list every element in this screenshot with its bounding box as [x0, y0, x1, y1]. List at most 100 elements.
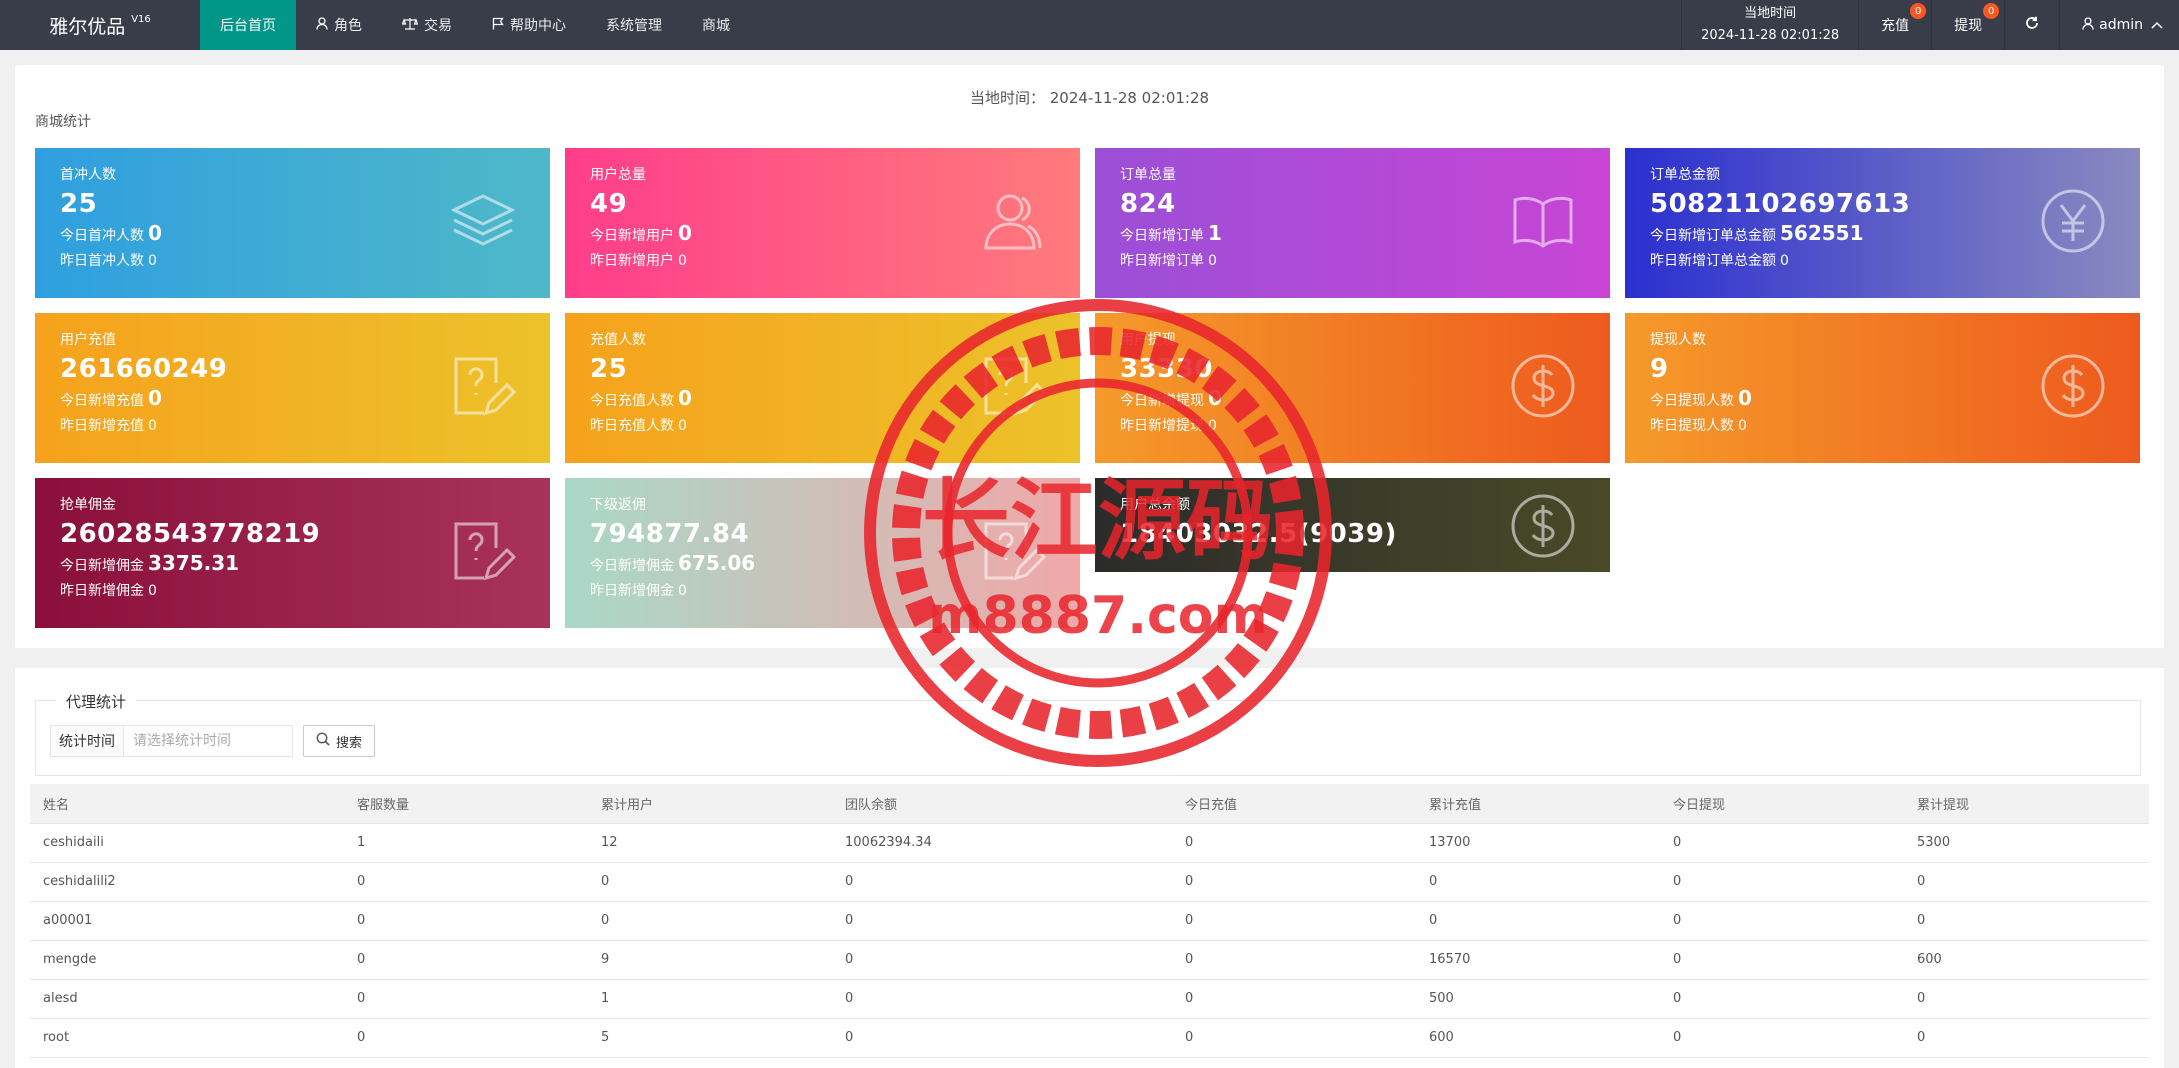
card-label: 首冲人数: [60, 167, 116, 183]
table-cell: 0: [1660, 823, 1904, 863]
col-header[interactable]: 累计用户: [588, 784, 832, 824]
card-today-value: 0: [1738, 386, 1752, 410]
table-cell: 0: [1660, 979, 1904, 1019]
dollar-icon: [1510, 353, 1576, 419]
table-cell: 1: [344, 823, 588, 863]
agent-table: 姓名 客服数量 累计用户 团队余额 今日充值 累计充值 今日提现 累计提现 ce…: [30, 784, 2149, 1058]
local-time: 当地时间： 2024-11-28 02:01:28: [15, 87, 2164, 108]
app-logo[interactable]: 雅尔优品 V16: [0, 0, 200, 50]
stat-card: 首冲人数 25 今日首冲人数 0 昨日首冲人数 0: [35, 148, 550, 298]
stat-time-input[interactable]: [123, 725, 293, 757]
nav-item-trade[interactable]: 交易: [382, 0, 472, 50]
book-icon: [1510, 188, 1576, 254]
nav-item-home[interactable]: 后台首页: [200, 0, 296, 50]
card-yest-value: 0: [148, 253, 157, 269]
stat-card: 提现人数 9 今日提现人数 0 昨日提现人数 0: [1625, 313, 2140, 463]
header-time-value: 2024-11-28 02:01:28: [1701, 28, 1840, 43]
top-bar: 雅尔优品 V16 后台首页 角色 交易 帮助中心 系统管理 商城 当地时间 20…: [0, 0, 2179, 50]
table-cell: 0: [832, 940, 1172, 980]
card-today-label: 今日充值人数: [590, 393, 674, 409]
user-icon: [316, 16, 328, 34]
user-menu[interactable]: admin: [2060, 0, 2179, 50]
table-row[interactable]: root 0 5 0 0 600 0 0: [30, 1018, 2149, 1058]
table-cell: 0: [832, 862, 1172, 902]
card-today-label: 今日新增佣金: [590, 558, 674, 574]
col-header[interactable]: 累计充值: [1416, 784, 1660, 824]
card-today-label: 今日新增订单总金额: [1650, 228, 1776, 244]
table-row[interactable]: alesd 0 1 0 0 500 0 0: [30, 979, 2149, 1019]
nav-item-mall[interactable]: 商城: [682, 0, 750, 50]
col-header[interactable]: 姓名: [30, 784, 344, 824]
local-time-label: 当地时间：: [969, 89, 1045, 107]
table-cell: 10062394.34: [832, 823, 1172, 863]
card-yest-value: 0: [148, 418, 157, 434]
table-row[interactable]: mengde 0 9 0 0 16570 0 600: [30, 940, 2149, 980]
card-label: 用户总量: [590, 167, 646, 183]
card-yest-value: 0: [1780, 253, 1789, 269]
nav-item-roles[interactable]: 角色: [296, 0, 382, 50]
table-cell: 12: [588, 823, 832, 863]
table-cell: ceshidaili: [30, 823, 344, 863]
withdraw-button[interactable]: 提现 0: [1932, 0, 2006, 50]
table-cell: 16570: [1416, 940, 1660, 980]
table-cell: 0: [1660, 862, 1904, 902]
card-today-label: 今日提现人数: [1650, 393, 1734, 409]
app-version: V16: [131, 13, 151, 25]
table-row[interactable]: ceshidalili2 0 0 0 0 0 0 0: [30, 862, 2149, 902]
table-cell: 0: [344, 1018, 588, 1058]
table-cell: 0: [344, 901, 588, 941]
card-today-value: 0: [678, 221, 692, 245]
col-header[interactable]: 今日提现: [1660, 784, 1904, 824]
table-cell: 0: [1904, 979, 2149, 1019]
nav-item-system[interactable]: 系统管理: [586, 0, 682, 50]
table-cell: 9: [588, 940, 832, 980]
card-today-value: 0: [148, 221, 162, 245]
search-button-label: 搜索: [336, 735, 363, 751]
recharge-button[interactable]: 充值 0: [1859, 0, 1933, 50]
card-label: 下级返佣: [590, 497, 646, 513]
table-cell: 0: [1172, 862, 1416, 902]
search-button[interactable]: 搜索: [303, 725, 376, 757]
card-yest-label: 昨日新增充值: [60, 418, 144, 434]
table-cell: 1: [588, 979, 832, 1019]
yen-icon: [2040, 188, 2106, 254]
table-cell: a00001: [30, 901, 344, 941]
withdraw-badge: 0: [1983, 3, 2000, 19]
card-yest-label: 昨日首冲人数: [60, 253, 144, 269]
card-today-label: 今日新增订单: [1120, 228, 1204, 244]
card-today-value: 0: [1208, 386, 1222, 410]
col-header[interactable]: 团队余额: [832, 784, 1172, 824]
table-row[interactable]: a00001 0 0 0 0 0 0 0: [30, 901, 2149, 941]
table-cell: 600: [1416, 1018, 1660, 1058]
agent-filter-fieldset: 代理统计 统计时间 搜索: [35, 691, 2141, 776]
col-header[interactable]: 累计提现: [1904, 784, 2149, 824]
refresh-button[interactable]: [2005, 0, 2061, 50]
card-label: 用户充值: [60, 332, 116, 348]
stat-card: 订单总金额 50821102697613 今日新增订单总金额 562551 昨日新增订单…: [1625, 148, 2140, 298]
table-cell: mengde: [30, 940, 344, 980]
recharge-label: 充值: [1881, 18, 1910, 34]
table-cell: 0: [832, 979, 1172, 1019]
edit-doc-icon: [980, 518, 1047, 584]
table-row[interactable]: ceshidaili 1 12 10062394.34 0 13700 0 5300: [30, 823, 2149, 863]
card-yest-value: 0: [678, 583, 687, 599]
nav-item-help[interactable]: 帮助中心: [472, 0, 586, 50]
nav-item-label: 系统管理: [606, 18, 662, 34]
card-label: 充值人数: [590, 332, 646, 348]
card-today-label: 今日首冲人数: [60, 228, 144, 244]
nav-item-label: 交易: [424, 18, 452, 34]
user-icon: [2082, 16, 2094, 34]
refresh-icon: [2025, 15, 2039, 35]
col-header[interactable]: 今日充值: [1172, 784, 1416, 824]
layers-icon: [450, 188, 516, 254]
table-cell: 0: [1660, 1018, 1904, 1058]
users-icon: [980, 188, 1046, 254]
table-cell: 0: [1172, 1018, 1416, 1058]
agent-stats-legend: 代理统计: [56, 691, 137, 712]
card-label: 用户提现: [1120, 332, 1176, 348]
card-yest-label: 昨日新增订单: [1120, 253, 1204, 269]
table-header-row: 姓名 客服数量 累计用户 团队余额 今日充值 累计充值 今日提现 累计提现: [30, 784, 2149, 824]
card-today-value: 675.06: [678, 551, 756, 575]
user-name: admin: [2099, 17, 2143, 33]
col-header[interactable]: 客服数量: [344, 784, 588, 824]
